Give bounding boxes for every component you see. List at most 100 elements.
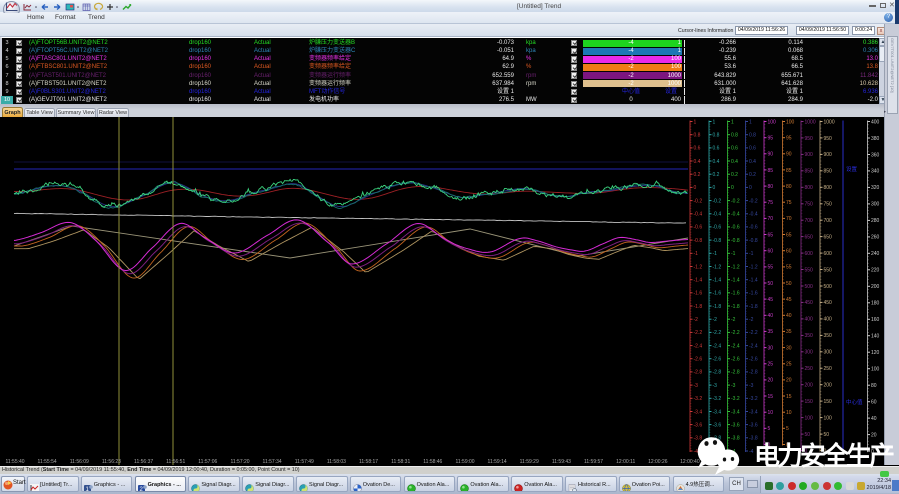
svg-text:200: 200	[824, 383, 833, 389]
svg-text:-0.8: -0.8	[694, 238, 703, 244]
svg-text:80: 80	[768, 184, 774, 190]
svg-text:850: 850	[824, 169, 833, 175]
svg-text:-3.2: -3.2	[694, 396, 703, 402]
svg-text:80: 80	[786, 184, 792, 190]
svg-text:-2.6: -2.6	[731, 357, 740, 363]
svg-text:-1.6: -1.6	[694, 291, 703, 297]
svg-text:0.2: 0.2	[749, 172, 756, 178]
svg-text:-2.6: -2.6	[713, 357, 722, 363]
svg-text:350: 350	[824, 333, 833, 339]
svg-text:750: 750	[805, 202, 814, 208]
svg-text:-3.2: -3.2	[749, 396, 758, 402]
svg-text:-0.6: -0.6	[749, 225, 758, 231]
svg-text:-0.4: -0.4	[731, 212, 740, 218]
svg-text:-1.4: -1.4	[731, 278, 740, 284]
svg-text:-3: -3	[749, 383, 754, 389]
svg-text:-1.2: -1.2	[731, 264, 740, 270]
svg-text:-2.2: -2.2	[731, 330, 740, 336]
svg-text:70: 70	[786, 216, 792, 222]
svg-text:20: 20	[786, 378, 792, 384]
svg-text:10: 10	[786, 410, 792, 416]
svg-text:900: 900	[805, 152, 814, 158]
svg-text:55: 55	[786, 265, 792, 271]
svg-text:0.2: 0.2	[731, 172, 738, 178]
svg-text:400: 400	[871, 119, 880, 125]
svg-text:-0.8: -0.8	[713, 238, 722, 244]
svg-text:650: 650	[805, 234, 814, 240]
svg-text:-1.4: -1.4	[694, 278, 703, 284]
svg-text:-0.4: -0.4	[694, 212, 703, 218]
svg-text:-3.4: -3.4	[694, 409, 703, 415]
svg-text:-0.2: -0.2	[694, 198, 703, 204]
svg-text:45: 45	[768, 297, 774, 303]
svg-text:-1.4: -1.4	[749, 278, 758, 284]
svg-text:-1.4: -1.4	[713, 278, 722, 284]
svg-text:0.6: 0.6	[694, 146, 701, 152]
svg-text:600: 600	[805, 251, 814, 257]
svg-text:-0.2: -0.2	[713, 198, 722, 204]
svg-text:100: 100	[768, 119, 777, 125]
svg-text:-2.6: -2.6	[694, 357, 703, 363]
svg-text:-3: -3	[694, 383, 699, 389]
svg-text:-3.4: -3.4	[749, 409, 758, 415]
svg-text:90: 90	[786, 152, 792, 158]
svg-text:-1: -1	[749, 251, 754, 257]
svg-text:0.4: 0.4	[731, 159, 738, 165]
svg-text:-2.4: -2.4	[694, 343, 703, 349]
svg-text:-2: -2	[713, 317, 718, 323]
svg-text:400: 400	[824, 317, 833, 323]
svg-text:65: 65	[768, 232, 774, 238]
svg-text:1: 1	[694, 119, 697, 125]
svg-text:70: 70	[768, 216, 774, 222]
svg-text:-3.4: -3.4	[731, 409, 740, 415]
svg-text:25: 25	[768, 362, 774, 368]
svg-text:-3.6: -3.6	[731, 422, 740, 428]
svg-text:160: 160	[871, 317, 880, 323]
svg-text:1000: 1000	[824, 119, 835, 125]
svg-text:0: 0	[694, 185, 697, 191]
svg-text:-2.8: -2.8	[694, 370, 703, 376]
svg-text:1: 1	[713, 119, 716, 125]
svg-text:140: 140	[871, 334, 880, 340]
svg-text:280: 280	[871, 218, 880, 224]
svg-text:-0.6: -0.6	[694, 225, 703, 231]
svg-text:-1.2: -1.2	[713, 264, 722, 270]
svg-text:300: 300	[824, 350, 833, 356]
svg-text:0.4: 0.4	[713, 159, 720, 165]
svg-text:-2.8: -2.8	[713, 370, 722, 376]
svg-text:450: 450	[805, 300, 814, 306]
svg-text:250: 250	[824, 366, 833, 372]
svg-text:-2.2: -2.2	[694, 330, 703, 336]
svg-text:-1.6: -1.6	[731, 291, 740, 297]
svg-text:100: 100	[786, 119, 795, 125]
svg-text:75: 75	[768, 200, 774, 206]
svg-text:1: 1	[749, 119, 752, 125]
svg-text:-1: -1	[713, 251, 718, 257]
svg-text:75: 75	[786, 200, 792, 206]
svg-text:850: 850	[805, 169, 814, 175]
svg-text:380: 380	[871, 136, 880, 142]
svg-text:35: 35	[786, 329, 792, 335]
svg-text:600: 600	[824, 251, 833, 257]
svg-text:0: 0	[713, 185, 716, 191]
svg-text:950: 950	[805, 136, 814, 142]
svg-text:200: 200	[871, 284, 880, 290]
svg-text:0.4: 0.4	[749, 159, 756, 165]
svg-text:85: 85	[786, 168, 792, 174]
svg-text:30: 30	[786, 345, 792, 351]
svg-text:95: 95	[768, 136, 774, 142]
svg-text:55: 55	[768, 265, 774, 271]
svg-text:0.4: 0.4	[694, 159, 701, 165]
svg-text:-1: -1	[731, 251, 736, 257]
svg-text:200: 200	[805, 383, 814, 389]
svg-text:100: 100	[871, 367, 880, 373]
svg-text:700: 700	[805, 218, 814, 224]
svg-text:15: 15	[786, 394, 792, 400]
svg-text:120: 120	[871, 350, 880, 356]
svg-text:60: 60	[768, 249, 774, 255]
svg-text:0.8: 0.8	[713, 133, 720, 139]
svg-text:80: 80	[871, 383, 877, 389]
svg-text:360: 360	[871, 152, 880, 158]
svg-text:-1: -1	[694, 251, 699, 257]
svg-text:-2: -2	[731, 317, 736, 323]
